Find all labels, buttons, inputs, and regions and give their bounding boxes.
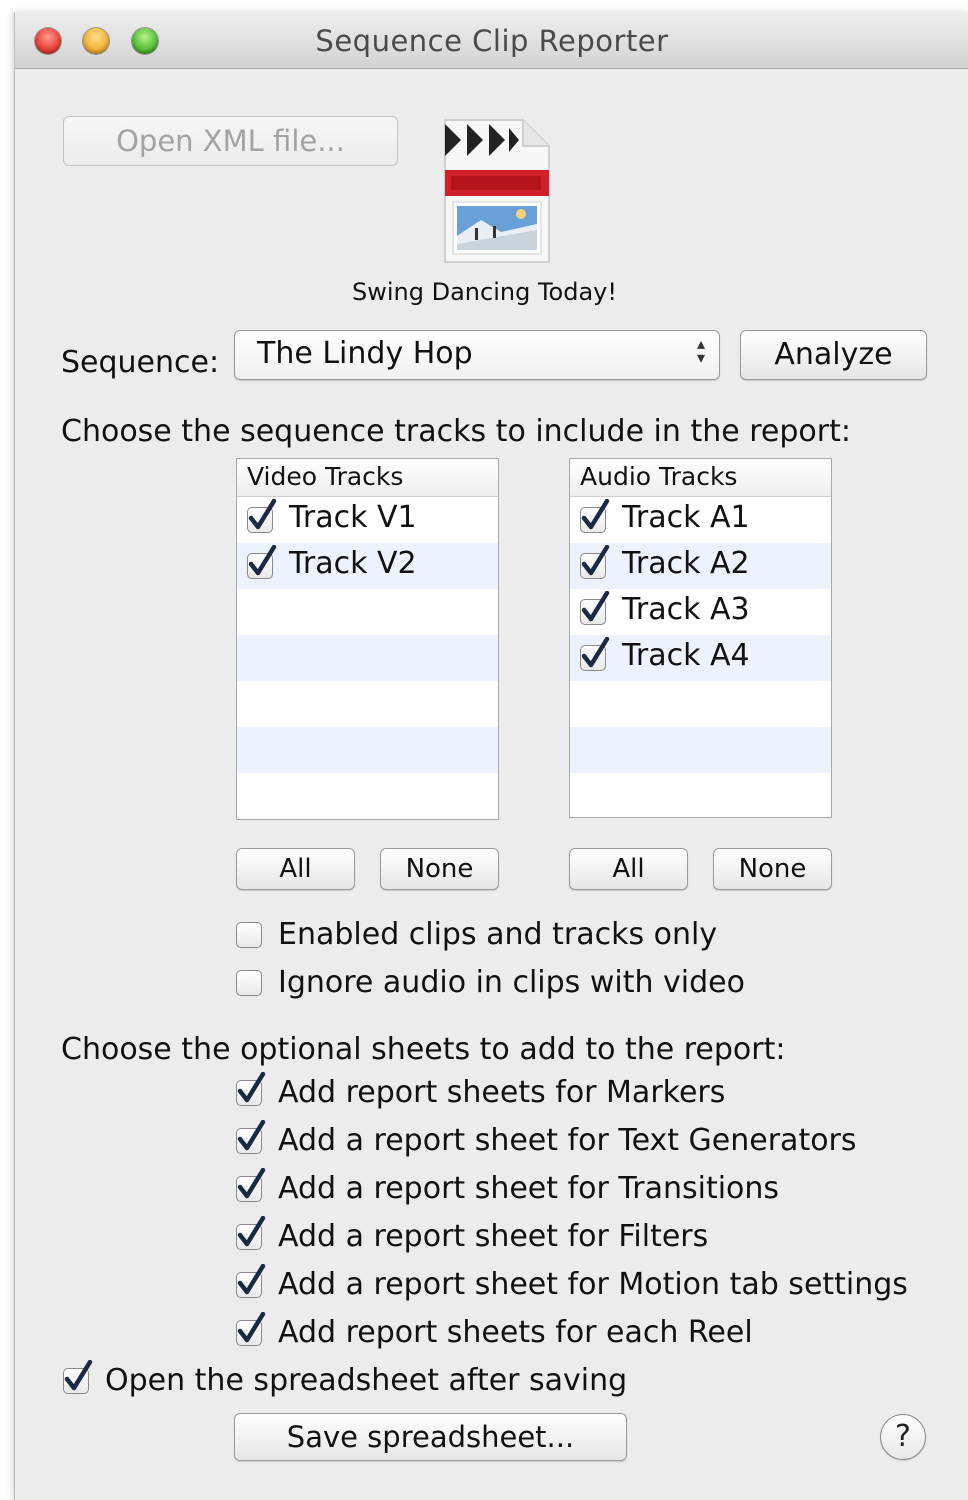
analyze-button[interactable]: Analyze xyxy=(740,330,927,380)
sheet-motion-checkbox[interactable] xyxy=(236,1264,266,1298)
sheet-reel-checkbox[interactable] xyxy=(236,1312,266,1346)
sequence-label: Sequence: xyxy=(61,345,220,380)
sheet-filters-label: Add a report sheet for Filters xyxy=(278,1219,709,1254)
empty-row xyxy=(237,773,498,817)
tracks-prompt: Choose the sequence tracks to include in… xyxy=(61,414,851,449)
audio-none-button[interactable]: None xyxy=(713,848,832,890)
track-checkbox[interactable] xyxy=(580,545,610,579)
track-checkbox[interactable] xyxy=(247,545,277,579)
enabled-only-label: Enabled clips and tracks only xyxy=(278,917,718,952)
open-after-saving-label: Open the spreadsheet after saving xyxy=(105,1363,628,1398)
video-none-button[interactable]: None xyxy=(380,848,499,890)
sheet-filters-checkbox[interactable] xyxy=(236,1216,266,1250)
sheet-markers-checkbox[interactable] xyxy=(236,1072,266,1106)
save-spreadsheet-button[interactable]: Save spreadsheet... xyxy=(234,1413,627,1461)
sheet-transitions-label: Add a report sheet for Transitions xyxy=(278,1171,780,1206)
empty-row xyxy=(237,727,498,773)
empty-row xyxy=(570,727,831,773)
audio-tracks-list[interactable]: Audio Tracks Track A1 Track A2 Track A3 … xyxy=(569,458,832,818)
track-label: Track A3 xyxy=(622,592,750,627)
track-checkbox[interactable] xyxy=(580,591,610,625)
track-label: Track A1 xyxy=(622,500,750,535)
video-all-button[interactable]: All xyxy=(236,848,355,890)
sheet-transitions-checkbox[interactable] xyxy=(236,1168,266,1202)
sheet-markers-label: Add report sheets for Markers xyxy=(278,1075,726,1110)
open-after-saving-checkbox[interactable] xyxy=(63,1360,93,1394)
track-label: Track V1 xyxy=(289,500,417,535)
empty-row xyxy=(570,773,831,815)
list-item[interactable]: Track A2 xyxy=(570,543,831,589)
file-name: Swing Dancing Today! xyxy=(352,278,617,306)
app-window: Sequence Clip Reporter Open XML file... … xyxy=(14,12,968,1500)
list-item[interactable]: Track V2 xyxy=(237,543,498,589)
help-button[interactable]: ? xyxy=(880,1414,926,1460)
enabled-only-checkbox[interactable] xyxy=(236,922,262,948)
window-title: Sequence Clip Reporter xyxy=(315,24,669,58)
track-label: Track A4 xyxy=(622,638,750,673)
sequence-popup-value: The Lindy Hop xyxy=(257,336,473,371)
empty-row xyxy=(237,681,498,727)
ignore-audio-checkbox[interactable] xyxy=(236,970,262,996)
open-xml-button[interactable]: Open XML file... xyxy=(63,116,398,166)
list-item[interactable]: Track A1 xyxy=(570,497,831,543)
sheet-text-generators-checkbox[interactable] xyxy=(236,1120,266,1154)
empty-row xyxy=(237,635,498,681)
track-checkbox[interactable] xyxy=(247,499,277,533)
sheets-prompt: Choose the optional sheets to add to the… xyxy=(61,1032,786,1067)
track-checkbox[interactable] xyxy=(580,499,610,533)
video-tracks-header: Video Tracks xyxy=(237,459,498,497)
empty-row xyxy=(237,589,498,635)
track-label: Track A2 xyxy=(622,546,750,581)
track-label: Track V2 xyxy=(289,546,417,581)
title-bar: Sequence Clip Reporter xyxy=(15,12,968,69)
ignore-audio-label: Ignore audio in clips with video xyxy=(278,965,745,1000)
list-item[interactable]: Track V1 xyxy=(237,497,498,543)
sheet-reel-label: Add report sheets for each Reel xyxy=(278,1315,753,1350)
audio-tracks-header: Audio Tracks xyxy=(570,459,831,497)
sequence-popup[interactable]: The Lindy Hop ▴ ▾ xyxy=(234,330,720,380)
audio-all-button[interactable]: All xyxy=(569,848,688,890)
sheet-motion-label: Add a report sheet for Motion tab settin… xyxy=(278,1267,908,1302)
video-tracks-list[interactable]: Video Tracks Track V1 Track V2 xyxy=(236,458,499,820)
empty-row xyxy=(570,681,831,727)
sheet-text-generators-label: Add a report sheet for Text Generators xyxy=(278,1123,857,1158)
list-item[interactable]: Track A4 xyxy=(570,635,831,681)
list-item[interactable]: Track A3 xyxy=(570,589,831,635)
final-cut-project-file-icon xyxy=(441,116,553,270)
up-down-arrows-icon: ▴ ▾ xyxy=(696,334,705,367)
track-checkbox[interactable] xyxy=(580,637,610,671)
